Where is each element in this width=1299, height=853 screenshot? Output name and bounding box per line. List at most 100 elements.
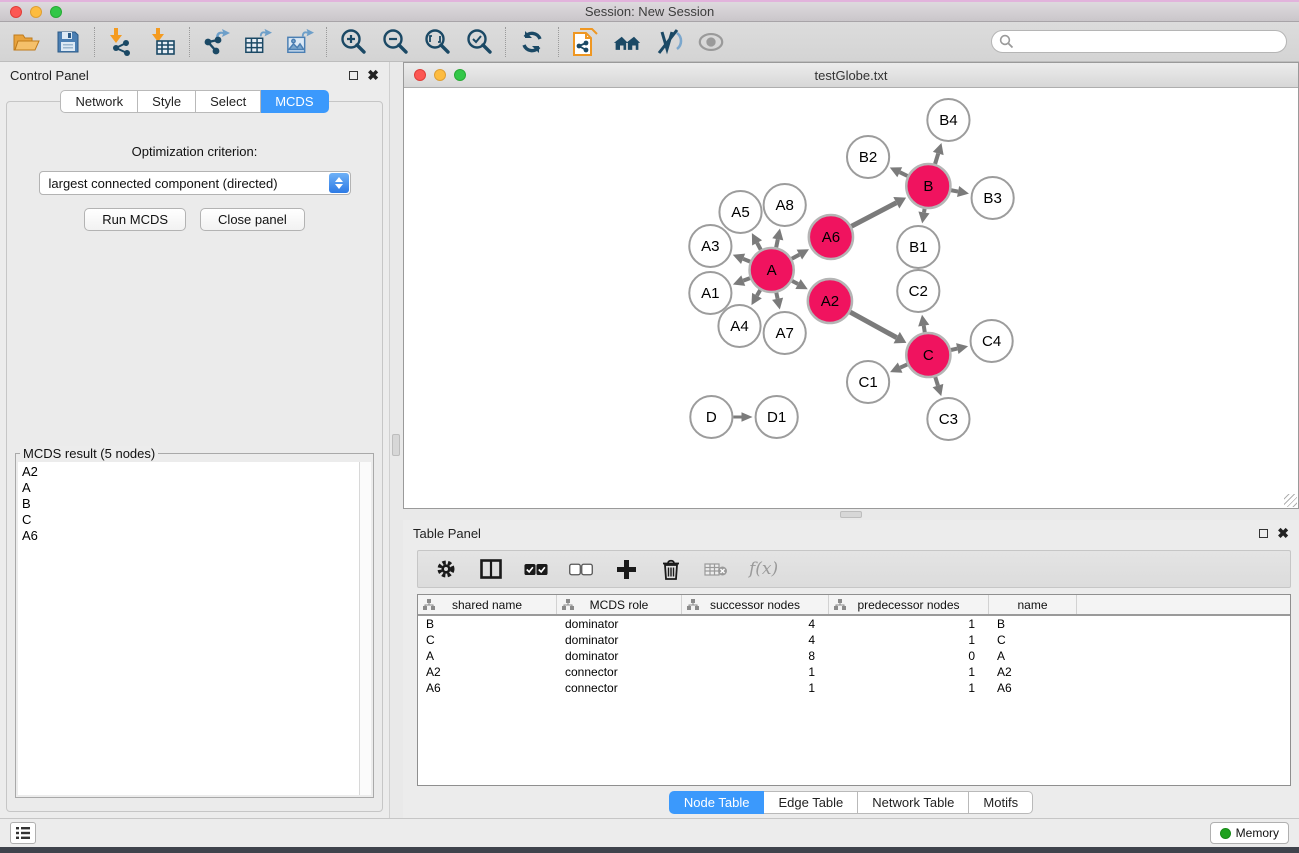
result-item[interactable]: B xyxy=(22,496,359,512)
column-view-icon[interactable] xyxy=(479,557,503,581)
graph-edge-A-A1[interactable] xyxy=(743,278,750,281)
graph-edge-A-A6[interactable] xyxy=(792,255,800,259)
deselect-all-checkboxes-icon[interactable] xyxy=(569,557,593,581)
tab-select[interactable]: Select xyxy=(196,90,261,113)
graph-node-A5[interactable]: A5 xyxy=(719,191,761,233)
delete-trash-icon[interactable] xyxy=(659,557,683,581)
graph-node-C[interactable]: C xyxy=(906,333,950,377)
select-all-checkboxes-icon[interactable] xyxy=(524,557,548,581)
network-maximize-button[interactable] xyxy=(454,69,466,81)
graph-edge-C-C3[interactable] xyxy=(935,377,938,386)
graph-edge-A2-C[interactable] xyxy=(850,312,897,338)
graph-edge-A-A8[interactable] xyxy=(776,239,778,247)
column-header-successor-nodes[interactable]: successor nodes xyxy=(682,595,829,614)
graph-node-C1[interactable]: C1 xyxy=(847,361,889,403)
graph-node-C4[interactable]: C4 xyxy=(971,320,1013,362)
tab-mcds[interactable]: MCDS xyxy=(261,90,328,113)
resize-grip-icon[interactable] xyxy=(1284,494,1297,507)
export-network-icon[interactable] xyxy=(202,28,230,56)
network-close-button[interactable] xyxy=(414,69,426,81)
table-settings-gear-icon[interactable] xyxy=(434,557,458,581)
run-mcds-button[interactable]: Run MCDS xyxy=(84,208,186,231)
float-panel-icon[interactable] xyxy=(349,71,358,80)
result-item[interactable]: A2 xyxy=(22,464,359,480)
graph-node-A8[interactable]: A8 xyxy=(764,184,806,226)
add-column-plus-icon[interactable] xyxy=(614,557,638,581)
close-panel-icon[interactable]: ✖ xyxy=(367,70,379,80)
tab-node-table[interactable]: Node Table xyxy=(669,791,765,814)
graph-node-D[interactable]: D xyxy=(690,396,732,438)
table-row[interactable]: Bdominator41B xyxy=(418,616,1290,632)
graph-edge-B-B2[interactable] xyxy=(900,172,908,176)
result-item[interactable]: A xyxy=(22,480,359,496)
graph-node-C2[interactable]: C2 xyxy=(897,270,939,312)
network-window-titlebar[interactable]: testGlobe.txt xyxy=(404,63,1298,88)
graph-node-A[interactable]: A xyxy=(750,248,794,292)
table-row[interactable]: A6connector11A6 xyxy=(418,680,1290,696)
delete-table-icon[interactable] xyxy=(704,557,728,581)
tab-edge-table[interactable]: Edge Table xyxy=(764,791,858,814)
open-file-icon[interactable] xyxy=(12,28,40,56)
column-header-shared-name[interactable]: shared name xyxy=(418,595,557,614)
refresh-icon[interactable] xyxy=(518,28,546,56)
tab-network[interactable]: Network xyxy=(60,90,138,113)
graph-edge-B-B4[interactable] xyxy=(935,153,938,163)
zoom-in-icon[interactable] xyxy=(339,28,367,56)
memory-button[interactable]: Memory xyxy=(1210,822,1289,844)
table-row[interactable]: A2connector11A2 xyxy=(418,664,1290,680)
save-session-icon[interactable] xyxy=(54,28,82,56)
column-header-predecessor-nodes[interactable]: predecessor nodes xyxy=(829,595,989,614)
network-document-icon[interactable] xyxy=(571,28,599,56)
splitter-handle[interactable] xyxy=(392,434,400,456)
export-image-icon[interactable] xyxy=(286,28,314,56)
table-row[interactable]: Cdominator41C xyxy=(418,632,1290,648)
table-row[interactable]: Adominator80A xyxy=(418,648,1290,664)
graph-edge-A-A7[interactable] xyxy=(776,293,777,299)
import-network-icon[interactable] xyxy=(107,28,135,56)
graph-edge-C-C4[interactable] xyxy=(951,349,957,350)
graph-edge-A6-B[interactable] xyxy=(851,203,896,227)
zoom-selected-icon[interactable] xyxy=(465,28,493,56)
panel-splitter[interactable] xyxy=(390,62,403,818)
criterion-dropdown[interactable]: largest connected component (directed) xyxy=(39,171,351,195)
graph-node-A7[interactable]: A7 xyxy=(764,312,806,354)
graph-node-A1[interactable]: A1 xyxy=(689,272,731,314)
close-table-panel-icon[interactable]: ✖ xyxy=(1277,528,1289,538)
tab-motifs[interactable]: Motifs xyxy=(969,791,1033,814)
double-home-icon[interactable] xyxy=(613,28,641,56)
network-canvas[interactable]: B4B2BB3A8A5A6A3B1AC2A1A2A4A7C4CC1C3DD1 xyxy=(404,88,1298,508)
graph-edge-A-A4[interactable] xyxy=(757,290,760,296)
column-header-name[interactable]: name xyxy=(989,595,1077,614)
zoom-out-icon[interactable] xyxy=(381,28,409,56)
tab-network-table[interactable]: Network Table xyxy=(858,791,969,814)
graph-node-B1[interactable]: B1 xyxy=(897,226,939,268)
slashed-v-icon[interactable] xyxy=(655,28,683,56)
graph-edge-A-A2[interactable] xyxy=(792,281,798,284)
tab-style[interactable]: Style xyxy=(138,90,196,113)
graph-edge-B-B3[interactable] xyxy=(951,190,958,191)
graph-node-D1[interactable]: D1 xyxy=(756,396,798,438)
graph-node-B2[interactable]: B2 xyxy=(847,136,889,178)
horizontal-splitter[interactable] xyxy=(403,509,1299,520)
graph-node-C3[interactable]: C3 xyxy=(927,398,969,440)
graph-node-B4[interactable]: B4 xyxy=(927,99,969,141)
result-item[interactable]: C xyxy=(22,512,359,528)
graph-edge-B-B1[interactable] xyxy=(924,209,925,213)
function-builder-icon[interactable]: f(x) xyxy=(749,559,778,579)
float-table-panel-icon[interactable] xyxy=(1259,529,1268,538)
graph-node-A6[interactable]: A6 xyxy=(809,215,853,259)
graph-node-B[interactable]: B xyxy=(906,164,950,208)
zoom-fit-icon[interactable] xyxy=(423,28,451,56)
graph-edge-C-C2[interactable] xyxy=(924,326,925,333)
graph-edge-A-A3[interactable] xyxy=(743,259,750,262)
export-table-icon[interactable] xyxy=(244,28,272,56)
column-header-MCDS-role[interactable]: MCDS role xyxy=(557,595,682,614)
task-history-button[interactable] xyxy=(10,822,36,844)
result-item[interactable]: A6 xyxy=(22,528,359,544)
network-minimize-button[interactable] xyxy=(434,69,446,81)
mcds-scrollbar[interactable] xyxy=(359,462,371,795)
graph-node-A3[interactable]: A3 xyxy=(689,225,731,267)
graph-node-B3[interactable]: B3 xyxy=(972,177,1014,219)
graph-node-A2[interactable]: A2 xyxy=(808,279,852,323)
graph-edge-C-C1[interactable] xyxy=(900,364,907,367)
